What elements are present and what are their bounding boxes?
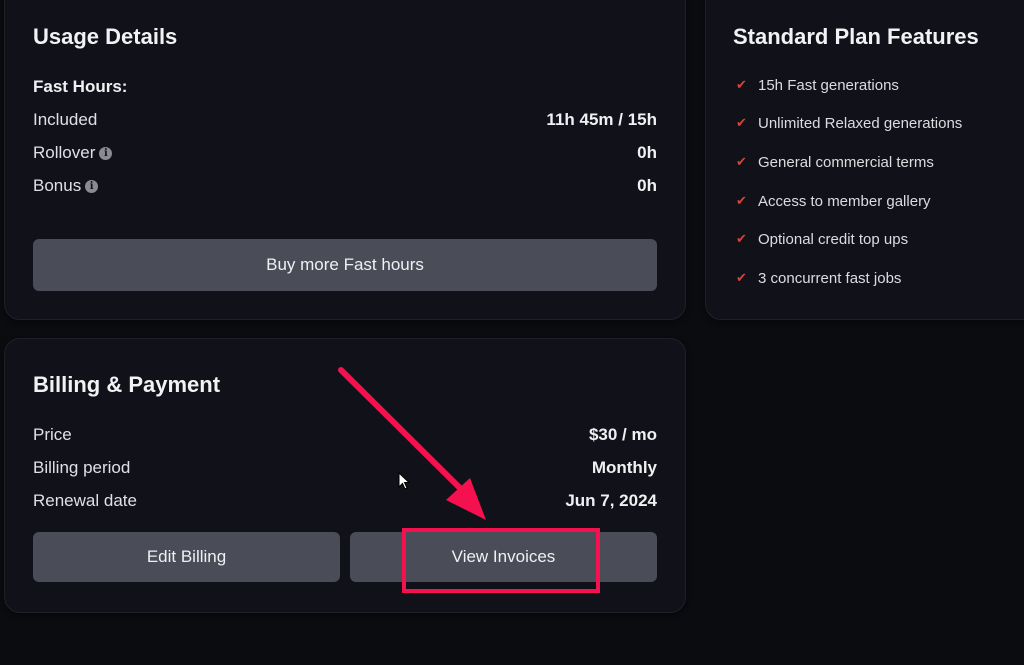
- info-icon[interactable]: i: [99, 146, 113, 160]
- billing-row-label: Renewal date: [33, 491, 137, 510]
- usage-row-value: 0h: [637, 176, 657, 195]
- feature-item: ✔ Access to member gallery: [736, 190, 931, 212]
- usage-row-included: Included 11h 45m / 15h: [33, 108, 657, 132]
- usage-details-card: Usage Details Fast Hours: Included 11h 4…: [4, 0, 686, 320]
- feature-text: Access to member gallery: [758, 192, 931, 210]
- check-icon: ✔: [736, 154, 747, 169]
- usage-row-bonus: Bonus i 0h: [33, 174, 657, 198]
- billing-row-label: Billing period: [33, 458, 131, 477]
- info-icon[interactable]: i: [85, 179, 99, 193]
- feature-item: ✔ 15h Fast generations: [736, 74, 899, 96]
- usage-row-label: Rollover: [33, 143, 96, 162]
- billing-payment-card: Billing & Payment Price $30 / mo Billing…: [4, 338, 686, 613]
- fast-hours-label: Fast Hours:: [33, 77, 128, 96]
- feature-text: 15h Fast generations: [758, 76, 899, 94]
- feature-item: ✔ Optional credit top ups: [736, 228, 908, 250]
- usage-row-label-wrap: Rollover i: [33, 143, 113, 163]
- billing-row-value: Monthly: [591, 458, 657, 477]
- usage-row-label-wrap: Bonus i: [33, 176, 99, 196]
- buy-fast-hours-button[interactable]: Buy more Fast hours: [33, 239, 657, 291]
- usage-row-label: Bonus: [33, 176, 82, 195]
- check-icon: ✔: [736, 115, 747, 130]
- check-icon: ✔: [736, 270, 747, 285]
- view-invoices-button[interactable]: View Invoices: [350, 532, 657, 582]
- billing-row-period: Billing period Monthly: [33, 456, 657, 480]
- billing-row-price: Price $30 / mo: [33, 423, 657, 447]
- usage-row-label: Included: [33, 110, 98, 129]
- usage-details-title: Usage Details: [33, 24, 178, 49]
- usage-row-value: 11h 45m / 15h: [546, 110, 657, 129]
- feature-text: Unlimited Relaxed generations: [758, 114, 963, 132]
- feature-item: ✔ Unlimited Relaxed generations: [736, 112, 962, 134]
- feature-item: ✔ 3 concurrent fast jobs: [736, 267, 901, 289]
- feature-text: Optional credit top ups: [758, 230, 909, 248]
- edit-billing-button[interactable]: Edit Billing: [33, 532, 340, 582]
- plan-features-card: Standard Plan Features ✔ 15h Fast genera…: [705, 0, 1024, 320]
- check-icon: ✔: [736, 231, 747, 246]
- mouse-cursor-icon: [398, 472, 411, 490]
- feature-text: 3 concurrent fast jobs: [758, 269, 902, 287]
- usage-row-value: 0h: [637, 143, 657, 162]
- billing-row-renewal: Renewal date Jun 7, 2024: [33, 489, 657, 513]
- feature-item: ✔ General commercial terms: [736, 151, 934, 173]
- check-icon: ✔: [736, 193, 747, 208]
- check-icon: ✔: [736, 77, 747, 92]
- feature-text: General commercial terms: [758, 153, 934, 171]
- billing-row-value: Jun 7, 2024: [565, 491, 657, 510]
- billing-title: Billing & Payment: [33, 372, 221, 397]
- plan-features-title: Standard Plan Features: [733, 24, 979, 49]
- usage-row-rollover: Rollover i 0h: [33, 141, 657, 165]
- billing-row-label: Price: [33, 425, 72, 444]
- billing-row-value: $30 / mo: [588, 425, 657, 444]
